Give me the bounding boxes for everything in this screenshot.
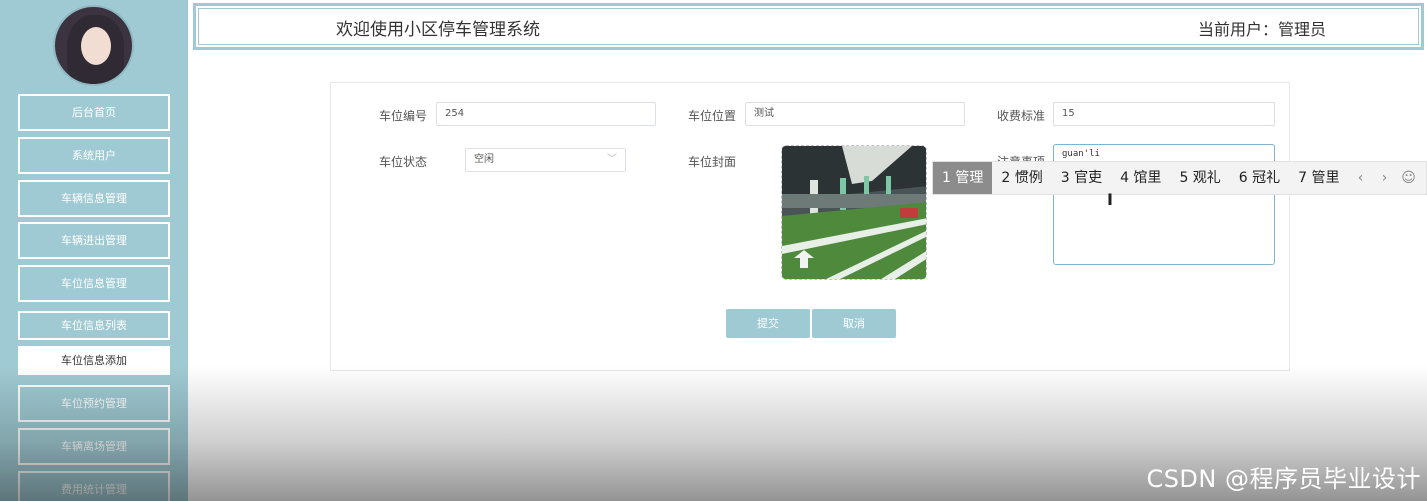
status-select[interactable]: 空闲 ﹀: [465, 148, 626, 172]
parking-garage-image: [782, 146, 926, 279]
sidebar-subitem-space-list[interactable]: 车位信息列表: [18, 311, 170, 340]
chevron-down-icon: ﹀: [607, 154, 617, 165]
ime-candidate-bar: 1 管理 2 惯例 3 官吏 4 馆里 5 观礼 6 冠礼 7 管里 ‹ › ☺: [932, 161, 1427, 195]
location-label: 车位位置: [688, 109, 737, 123]
ime-candidate[interactable]: 2 惯例: [992, 162, 1051, 194]
top-header: 欢迎使用小区停车管理系统 当前用户：管理员: [193, 3, 1424, 50]
sidebar-subitem-space-add[interactable]: 车位信息添加: [18, 346, 170, 375]
cancel-button[interactable]: 取消: [812, 309, 896, 338]
location-input[interactable]: 测试: [745, 102, 965, 126]
chevron-right-icon[interactable]: ›: [1373, 162, 1397, 194]
fee-label: 收费标准: [997, 109, 1046, 123]
cover-label: 车位封面: [688, 155, 737, 169]
space-no-label: 车位编号: [379, 109, 428, 123]
sidebar-item-space-info[interactable]: 车位信息管理: [18, 265, 170, 302]
watermark: CSDN @程序员毕业设计: [1146, 465, 1421, 493]
ime-candidate[interactable]: 7 管里: [1289, 162, 1348, 194]
ime-candidate[interactable]: 3 官吏: [1052, 162, 1111, 194]
sidebar-item-system-users[interactable]: 系统用户: [18, 137, 170, 174]
sidebar-item-home[interactable]: 后台首页: [18, 94, 170, 131]
sidebar: 后台首页 系统用户 车辆信息管理 车辆进出管理 车位信息管理 车位信息列表 车位…: [0, 0, 188, 501]
status-select-value: 空闲: [474, 154, 494, 165]
sidebar-item-vehicle-exit[interactable]: 车辆离场管理: [18, 428, 170, 465]
ime-candidate[interactable]: 6 冠礼: [1230, 162, 1289, 194]
ime-candidate[interactable]: 1 管理: [933, 162, 993, 194]
ime-candidate[interactable]: 5 观礼: [1170, 162, 1229, 194]
sidebar-item-vehicle-info[interactable]: 车辆信息管理: [18, 180, 170, 217]
space-no-input[interactable]: 254: [436, 102, 656, 126]
chevron-left-icon[interactable]: ‹: [1349, 162, 1373, 194]
emoji-icon[interactable]: ☺: [1397, 162, 1421, 194]
current-user-label: 当前用户：管理员: [1197, 20, 1326, 39]
fee-input[interactable]: 15: [1053, 102, 1275, 126]
sidebar-item-vehicle-access[interactable]: 车辆进出管理: [18, 222, 170, 259]
avatar[interactable]: [53, 5, 134, 86]
sidebar-item-fee-stats[interactable]: 费用统计管理: [18, 471, 170, 501]
text-cursor-icon: I: [1107, 190, 1113, 209]
ime-candidate[interactable]: 4 馆里: [1111, 162, 1170, 194]
page-title: 欢迎使用小区停车管理系统: [336, 20, 540, 40]
submit-button[interactable]: 提交: [726, 309, 810, 338]
form-panel: 车位编号 254 车位位置 测试 收费标准 15 车位状态 空闲 ﹀ 车位封面 …: [330, 82, 1290, 371]
sidebar-item-space-booking[interactable]: 车位预约管理: [18, 385, 170, 422]
cover-image-upload[interactable]: [781, 145, 927, 280]
status-label: 车位状态: [379, 155, 428, 169]
avatar-face: [81, 27, 111, 65]
